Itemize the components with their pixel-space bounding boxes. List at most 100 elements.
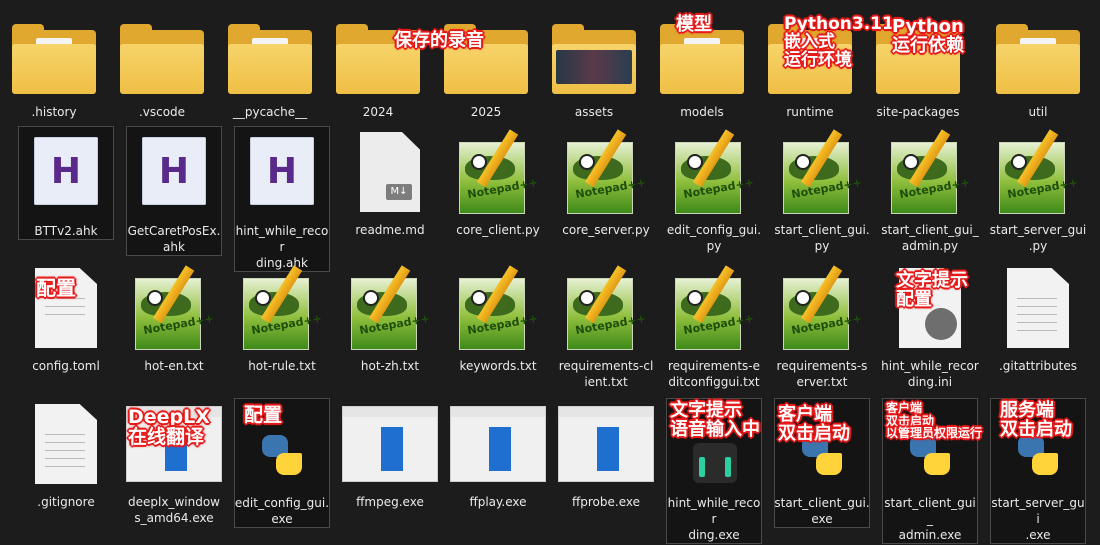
annotation-client: 客户端 双击启动: [778, 404, 850, 444]
file-label: ffplay.exe: [469, 495, 527, 509]
notepad-plus-plus-icon: Notepad++: [774, 126, 870, 216]
file-label: models: [680, 105, 724, 119]
file-edit-config-gui-py[interactable]: Notepad++ edit_config_gui. py: [664, 126, 764, 254]
file-keywords-txt[interactable]: Notepad++ keywords.txt: [448, 262, 548, 374]
file-start-server-gui-py[interactable]: Notepad++ start_server_gui .py: [988, 126, 1088, 254]
file-requirements-server-txt[interactable]: Notepad++ requirements-s erver.txt: [772, 262, 872, 390]
annotation-ini: 文字提示 配置: [896, 270, 968, 310]
file-bttv2-ahk[interactable]: H BTTv2.ahk: [18, 126, 114, 240]
notepad-plus-plus-icon: Notepad++: [450, 126, 546, 216]
file-label: runtime: [786, 105, 834, 119]
exe-window-icon: [342, 398, 438, 488]
file-label: 2025: [470, 105, 502, 119]
gear-icon: [925, 308, 957, 340]
file-start-client-gui-py[interactable]: Notepad++ start_client_gui. py: [772, 126, 872, 254]
file-label: edit_config_gui. exe: [234, 496, 330, 526]
annotation-runtime: Python3.11 嵌入式 运行环境: [784, 14, 894, 70]
notepad-plus-plus-icon: Notepad++: [882, 126, 978, 216]
folder-icon: [438, 8, 534, 98]
file-getcaretposex-ahk[interactable]: H GetCaretPosEx. ahk: [126, 126, 222, 256]
file-core-client-py[interactable]: Notepad++ core_client.py: [448, 126, 548, 238]
file-requirements-client-txt[interactable]: Notepad++ requirements-cl ient.txt: [556, 262, 656, 390]
file-label: start_server_gui .py: [989, 223, 1087, 253]
file-label: requirements-s erver.txt: [776, 359, 868, 389]
notepad-plus-plus-icon: Notepad++: [666, 262, 762, 352]
file-label: requirements-e ditconfiggui.txt: [667, 359, 760, 389]
exe-window-icon: [558, 398, 654, 488]
file-label: .gitignore: [37, 495, 95, 509]
file-label: GetCaretPosEx. ahk: [127, 224, 221, 254]
file-hot-zh-txt[interactable]: Notepad++ hot-zh.txt: [340, 262, 440, 374]
file-label: readme.md: [355, 223, 425, 237]
annotation-server: 服务端 双击启动: [1000, 400, 1072, 440]
file-gitignore[interactable]: .gitignore: [16, 398, 116, 510]
file-ffprobe-exe[interactable]: ffprobe.exe: [556, 398, 656, 510]
file-ffmpeg-exe[interactable]: ffmpeg.exe: [340, 398, 440, 510]
annotation-2024: 保存的录音: [394, 30, 484, 51]
ahk-file-icon: H: [126, 127, 222, 217]
file-requirements-editconfiggui-txt[interactable]: Notepad++ requirements-e ditconfiggui.tx…: [664, 262, 764, 390]
file-label: hot-zh.txt: [360, 359, 420, 373]
ahk-file-icon: H: [234, 127, 330, 217]
file-hint-while-recording-ahk[interactable]: H hint_while_recor ding.ahk: [234, 126, 330, 272]
notepad-plus-plus-icon: Notepad++: [558, 262, 654, 352]
file-label: start_client_gui. py: [774, 223, 870, 253]
file-label: core_server.py: [562, 223, 650, 237]
file-label: deeplx_window s_amd64.exe: [128, 495, 220, 525]
file-label: hot-rule.txt: [248, 359, 316, 373]
file-readme-md[interactable]: M↓ readme.md: [340, 126, 440, 238]
file-hot-rule-txt[interactable]: Notepad++ hot-rule.txt: [232, 262, 332, 374]
file-gitattributes[interactable]: .gitattributes: [988, 262, 1088, 374]
ahk-file-icon: H: [18, 127, 114, 217]
file-core-server-py[interactable]: Notepad++ core_server.py: [556, 126, 656, 238]
file-label: start_client_gui_ admin.exe: [884, 496, 976, 542]
folder-2025[interactable]: 2025: [436, 8, 536, 120]
file-label: config.toml: [32, 359, 100, 373]
folder-2024[interactable]: 2024: [328, 8, 428, 120]
annotation-admin: 客户端 双击启动 以管理员权限运行: [886, 401, 983, 441]
file-label: edit_config_gui. py: [666, 223, 762, 253]
folder-icon: [546, 8, 642, 98]
file-label: core_client.py: [456, 223, 540, 237]
annotation-hint: 文字提示 语音输入中: [670, 400, 760, 440]
file-label: ffprobe.exe: [572, 495, 640, 509]
folder-icon: [222, 8, 318, 98]
notepad-plus-plus-icon: Notepad++: [558, 126, 654, 216]
file-label: site-packages: [876, 105, 960, 119]
folder-vscode[interactable]: .vscode: [112, 8, 212, 120]
folder-history[interactable]: .history: [4, 8, 104, 120]
notepad-plus-plus-icon: Notepad++: [234, 262, 330, 352]
folder-util[interactable]: util: [988, 8, 1088, 120]
file-label: hint_while_recor ding.ini: [881, 359, 979, 389]
exe-window-icon: [450, 398, 546, 488]
file-label: .gitattributes: [998, 359, 1078, 373]
notepad-plus-plus-icon: Notepad++: [126, 262, 222, 352]
notepad-plus-plus-icon: Notepad++: [450, 262, 546, 352]
folder-assets[interactable]: assets: [544, 8, 644, 120]
folder-icon: [114, 8, 210, 98]
file-label: ffmpeg.exe: [356, 495, 424, 509]
file-label: start_client_gui_ admin.py: [881, 223, 979, 253]
annotation-config: 配置: [36, 276, 76, 300]
document-icon: [990, 262, 1086, 352]
file-label: keywords.txt: [459, 359, 537, 373]
document-icon: [18, 398, 114, 488]
file-label: assets: [574, 105, 614, 119]
folder-icon: [6, 8, 102, 98]
file-label: BTTv2.ahk: [34, 224, 98, 238]
file-label: requirements-cl ient.txt: [558, 359, 654, 389]
file-label: start_client_gui. exe: [774, 496, 870, 526]
file-ffplay-exe[interactable]: ffplay.exe: [448, 398, 548, 510]
annotation-deeplx: DeepLX 在线翻译: [128, 406, 210, 448]
folder-pycache[interactable]: __pycache__: [220, 8, 320, 120]
file-label: start_server_gui .exe: [991, 496, 1085, 542]
notepad-plus-plus-icon: Notepad++: [342, 262, 438, 352]
file-label: .history: [31, 105, 77, 119]
folder-icon: [330, 8, 426, 98]
folder-icon: [990, 8, 1086, 98]
notepad-plus-plus-icon: Notepad++: [774, 262, 870, 352]
file-start-client-gui-admin-py[interactable]: Notepad++ start_client_gui_ admin.py: [880, 126, 980, 254]
file-label: hot-en.txt: [144, 359, 204, 373]
file-hot-en-txt[interactable]: Notepad++ hot-en.txt: [124, 262, 224, 374]
annotation-edit-config: 配置: [244, 404, 283, 426]
